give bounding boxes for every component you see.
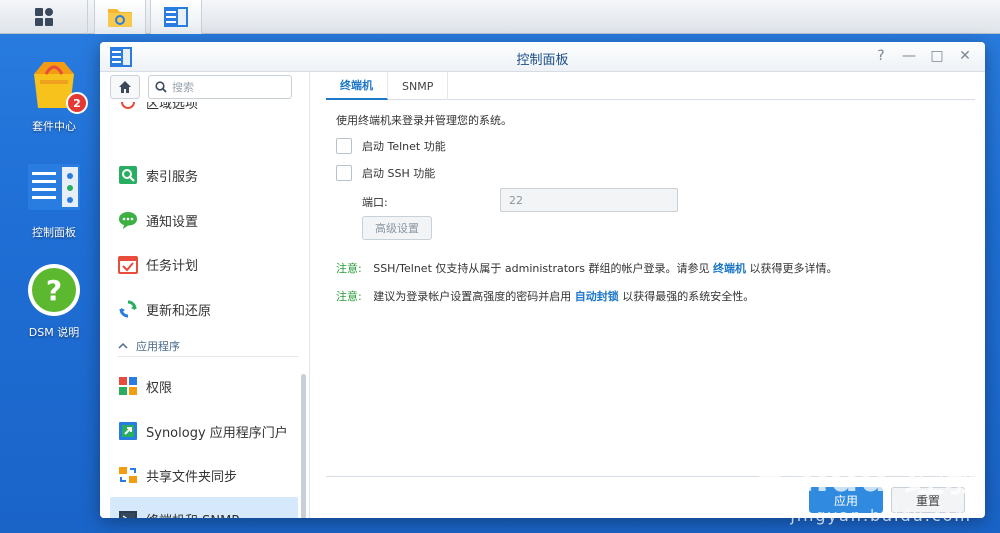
note-label: 注意: bbox=[336, 262, 362, 275]
note-text: SSH/Telnet 仅支持从属于 administrators 群组的帐户登录… bbox=[373, 262, 710, 275]
desktop-icon-package-center[interactable]: 2 套件中心 bbox=[14, 56, 94, 134]
desktop-icon-label: 套件中心 bbox=[32, 120, 76, 133]
index-service-icon bbox=[118, 165, 138, 185]
note-password: 注意: 建议为登录帐户设置高强度的密码并启用 自动封锁 以获得最强的系统安全性。 bbox=[336, 288, 754, 304]
telnet-checkbox[interactable] bbox=[336, 138, 352, 154]
sidebar-section-label: 应用程序 bbox=[136, 339, 180, 353]
sidebar: 搜索 区域选项 索引服务 通知设置 任务计划 更新和还原 应用程序 权限 Syn… bbox=[100, 72, 310, 518]
tab-snmp[interactable]: SNMP bbox=[388, 72, 449, 100]
search-icon bbox=[155, 81, 167, 93]
window-titlebar[interactable]: 控制面板 ? — □ ✕ bbox=[100, 42, 985, 72]
clock-icon bbox=[118, 102, 138, 112]
tab-bar: 终端机 SNMP bbox=[326, 72, 975, 100]
help-button[interactable]: ? bbox=[873, 48, 889, 64]
taskbar-control-panel[interactable] bbox=[150, 0, 202, 34]
note-text: 以获得最强的系统安全性。 bbox=[622, 290, 755, 303]
port-field[interactable]: 22 bbox=[500, 188, 678, 212]
desktop-icon-label: 控制面板 bbox=[32, 226, 76, 239]
update-restore-icon bbox=[118, 299, 138, 319]
sidebar-item-terminal-snmp[interactable]: 终端机和 SNMP bbox=[110, 497, 298, 518]
control-panel-icon bbox=[28, 164, 80, 210]
home-icon bbox=[119, 81, 131, 93]
taskbar bbox=[0, 0, 1000, 34]
search-placeholder: 搜索 bbox=[172, 81, 194, 94]
file-station-icon bbox=[108, 9, 132, 27]
sidebar-item-privileges[interactable]: 权限 bbox=[110, 364, 298, 408]
sidebar-item-label: 更新和还原 bbox=[146, 303, 212, 319]
telnet-label: 启动 Telnet 功能 bbox=[362, 140, 446, 153]
svg-text:?: ? bbox=[46, 274, 62, 307]
note-ssh-telnet: 注意: SSH/Telnet 仅支持从属于 administrators 群组的… bbox=[336, 260, 838, 276]
baidu-watermark-url: jingyan.baidu.com bbox=[790, 506, 972, 525]
sidebar-item-notification[interactable]: 通知设置 bbox=[110, 198, 298, 242]
sidebar-item-shared-folder-sync[interactable]: 共享文件夹同步 bbox=[110, 453, 298, 497]
sidebar-item-task-scheduler[interactable]: 任务计划 bbox=[110, 242, 298, 286]
desktop-icon-label: DSM 说明 bbox=[28, 326, 80, 339]
sidebar-item-regional-options[interactable]: 区域选项 bbox=[110, 102, 298, 116]
sidebar-item-app-portal[interactable]: Synology 应用程序门户 bbox=[110, 409, 298, 453]
terminal-snmp-icon bbox=[118, 509, 138, 518]
sidebar-item-label: Synology 应用程序门户 bbox=[146, 425, 288, 441]
ssh-label: 启动 SSH 功能 bbox=[362, 167, 436, 180]
maximize-button[interactable]: □ bbox=[929, 48, 945, 64]
help-icon: ? bbox=[28, 264, 80, 316]
close-button[interactable]: ✕ bbox=[957, 48, 973, 64]
sidebar-scrollbar[interactable] bbox=[301, 374, 306, 518]
sidebar-item-label: 任务计划 bbox=[146, 258, 199, 274]
sidebar-item-label: 终端机和 SNMP bbox=[146, 510, 239, 519]
window-title: 控制面板 bbox=[516, 53, 569, 68]
sidebar-item-label: 索引服务 bbox=[146, 169, 199, 185]
notification-icon bbox=[118, 210, 138, 230]
sidebar-item-label: 权限 bbox=[146, 380, 173, 396]
main-menu-button[interactable] bbox=[0, 0, 88, 34]
sidebar-item-label: 区域选项 bbox=[146, 102, 199, 112]
sidebar-item-update-restore[interactable]: 更新和还原 bbox=[110, 287, 298, 331]
task-scheduler-icon bbox=[118, 254, 138, 274]
note-label: 注意: bbox=[336, 290, 362, 303]
app-portal-icon bbox=[118, 421, 138, 441]
taskbar-file-station[interactable] bbox=[94, 0, 146, 34]
terminal-help-link[interactable]: 终端机 bbox=[713, 262, 746, 275]
search-input[interactable]: 搜索 bbox=[148, 75, 292, 99]
shared-folder-sync-icon bbox=[118, 465, 138, 485]
auto-block-link[interactable]: 自动封锁 bbox=[575, 290, 619, 303]
sidebar-item-label: 通知设置 bbox=[146, 214, 199, 230]
chevron-up-icon bbox=[118, 342, 128, 349]
ssh-checkbox[interactable] bbox=[336, 165, 352, 181]
page-description: 使用终端机来登录并管理您的系统。 bbox=[336, 114, 512, 127]
home-button[interactable] bbox=[110, 75, 140, 99]
advanced-settings-button[interactable]: 高级设置 bbox=[362, 216, 432, 240]
sidebar-section-applications[interactable]: 应用程序 bbox=[118, 335, 298, 357]
port-label: 端口: bbox=[362, 196, 388, 209]
privileges-icon bbox=[118, 376, 138, 396]
sidebar-item-index-service[interactable]: 索引服务 bbox=[110, 153, 298, 197]
main-menu-icon bbox=[34, 8, 53, 26]
desktop-icon-help[interactable]: ? DSM 说明 bbox=[14, 262, 94, 340]
minimize-button[interactable]: — bbox=[901, 48, 917, 64]
sidebar-list: 区域选项 索引服务 通知设置 任务计划 更新和还原 应用程序 权限 Synolo… bbox=[100, 102, 309, 518]
telnet-option: 启动 Telnet 功能 bbox=[336, 138, 446, 154]
desktop-icon-control-panel[interactable]: 控制面板 bbox=[14, 162, 94, 240]
sidebar-item-label: 共享文件夹同步 bbox=[146, 469, 238, 485]
baidu-watermark: Baidu 经验 bbox=[755, 455, 986, 501]
tab-terminal[interactable]: 终端机 bbox=[326, 72, 388, 100]
notification-badge: 2 bbox=[66, 92, 88, 114]
control-panel-icon bbox=[164, 7, 188, 27]
note-text: 建议为登录帐户设置高强度的密码并启用 bbox=[373, 290, 572, 303]
note-text: 以获得更多详情。 bbox=[749, 262, 838, 275]
ssh-option: 启动 SSH 功能 bbox=[336, 165, 435, 181]
